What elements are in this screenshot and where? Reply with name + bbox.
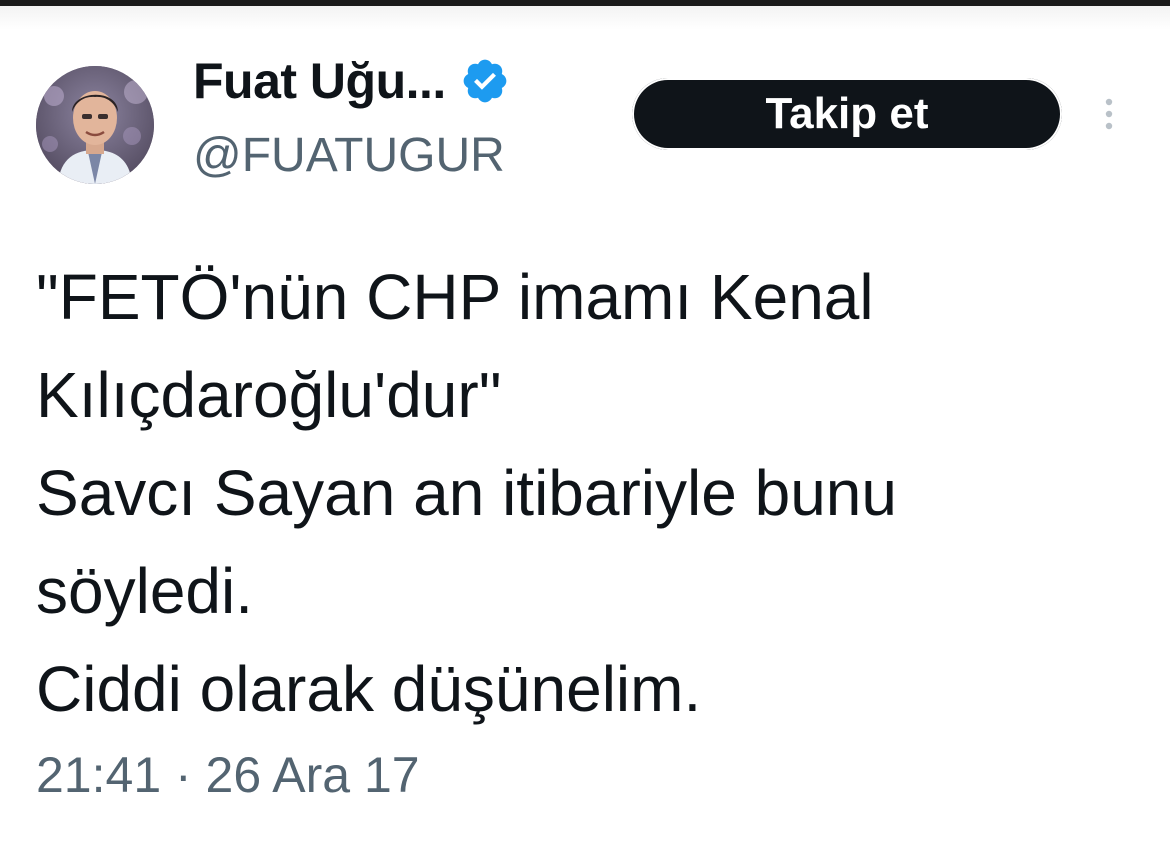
follow-button[interactable]: Takip et — [632, 78, 1062, 150]
author-handle[interactable]: @FUATUGUR — [193, 128, 505, 183]
tweet-card: Fuat Uğu... @FUATUGUR Takip et "FETÖ'nün… — [0, 0, 1170, 849]
verified-badge-icon — [460, 56, 510, 106]
author-display-name[interactable]: Fuat Uğu... — [193, 52, 446, 110]
author-name-row: Fuat Uğu... — [193, 52, 510, 110]
tweet-text-line: "FETÖ'nün CHP imamı Kenal — [36, 261, 874, 333]
tweet-text-line: Ciddi olarak düşünelim. — [36, 653, 702, 725]
tweet-timestamp[interactable]: 21:41 · 26 Ara 17 — [36, 746, 420, 804]
tweet-text-line: Kılıçdaroğlu'dur" — [36, 359, 502, 431]
tweet-text-line: söyledi. — [36, 555, 253, 627]
avatar-image — [36, 66, 154, 184]
tweet-text: "FETÖ'nün CHP imamı Kenal Kılıçdaroğlu'd… — [36, 248, 1146, 738]
tweet-text-line: Savcı Sayan an itibariyle bunu — [36, 457, 897, 529]
more-vertical-icon[interactable] — [1098, 94, 1120, 138]
avatar[interactable] — [36, 66, 154, 184]
